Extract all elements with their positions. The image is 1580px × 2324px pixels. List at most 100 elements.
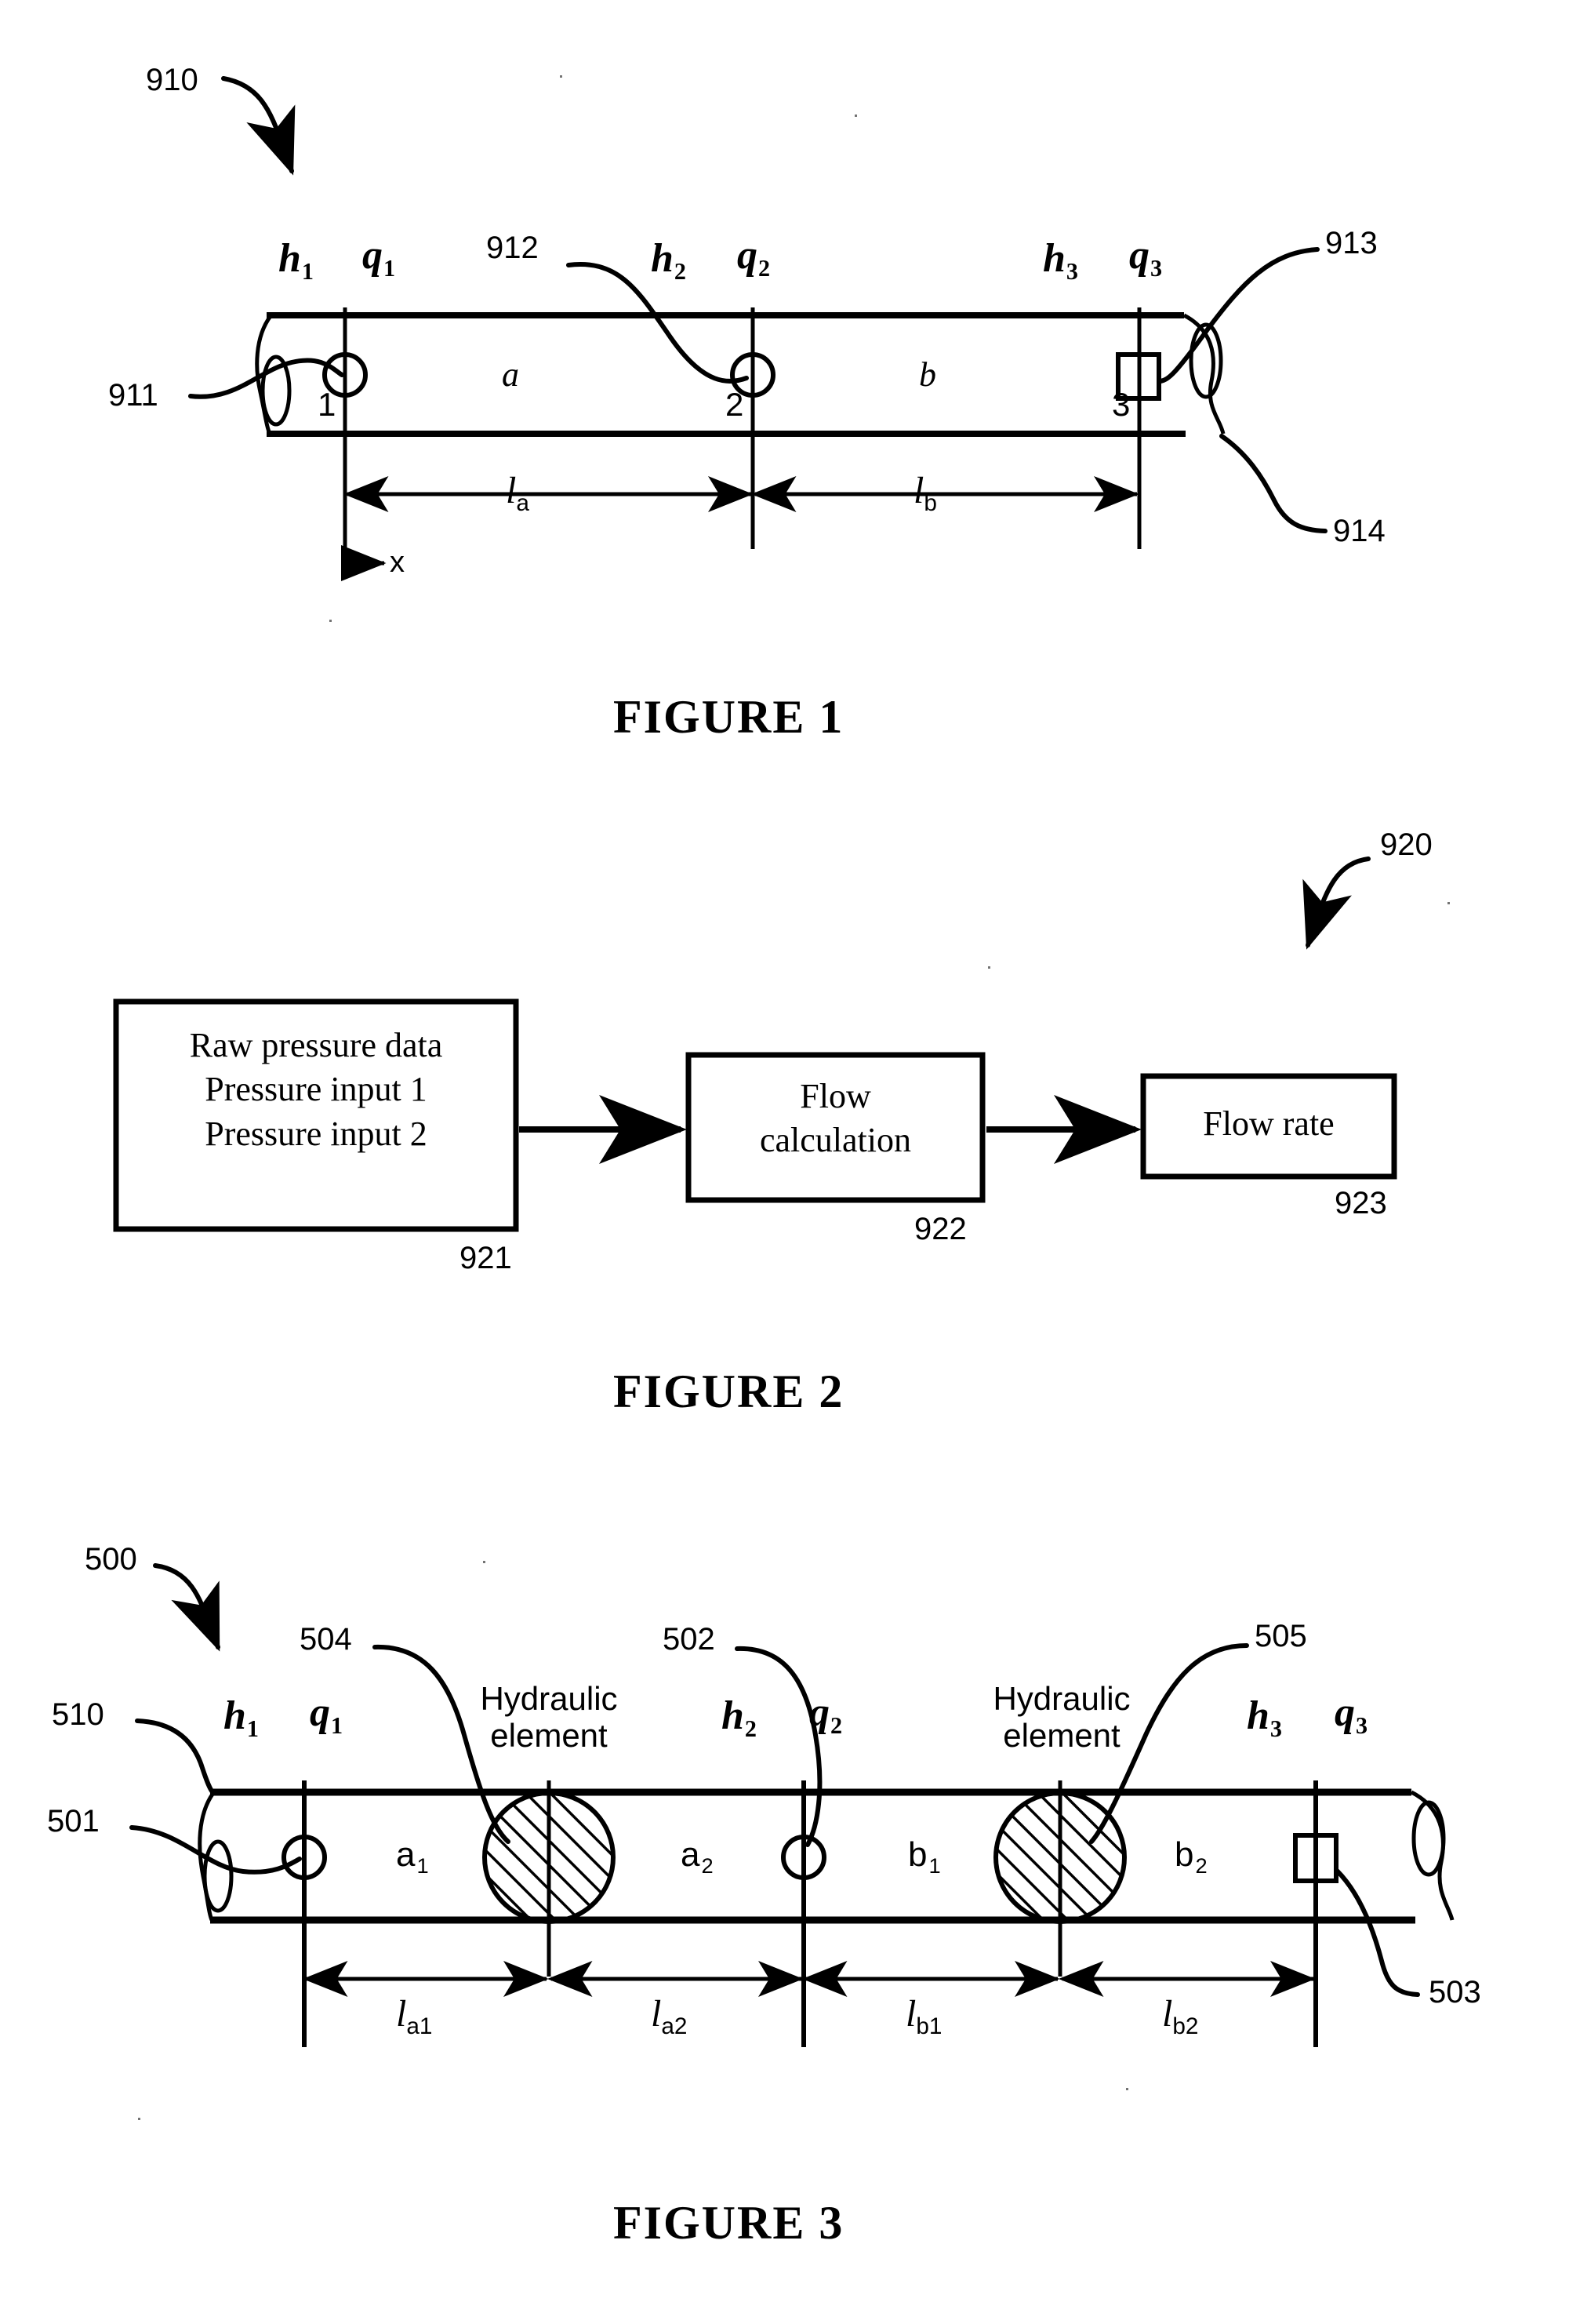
ref-503-leader	[1335, 1868, 1420, 1997]
fig1-q1-symbol: q	[362, 233, 383, 278]
fig1-dim-label-lb: lb	[913, 469, 937, 517]
fig1-h3-symbol: h	[1043, 236, 1066, 281]
fig3-q1-subscript: 1	[331, 1711, 343, 1739]
block-921-text: Raw pressure data Pressure input 1 Press…	[189, 1026, 443, 1153]
ref-label-922: 922	[914, 1212, 967, 1246]
fig3-hydraulic-element-a-label: Hydraulic element	[480, 1680, 618, 1755]
fig3-hydraulic-element-a	[482, 1791, 616, 1924]
fig1-q3-symbol: q	[1129, 233, 1150, 278]
ref-label-923: 923	[1335, 1186, 1387, 1220]
fig3-b2-letter: b	[1175, 1835, 1194, 1874]
fig1-station-2-h: h2	[651, 235, 686, 285]
fig1-h2-subscript: 2	[674, 257, 686, 285]
ref-label-921: 921	[459, 1241, 512, 1275]
fig1-station-1-q: q1	[362, 232, 395, 282]
fig1-q1-subscript: 1	[383, 254, 396, 282]
fig1-h1-subscript: 1	[301, 257, 314, 285]
fig3-station-2-q: q2	[809, 1689, 842, 1740]
fig1-la-subscript: a	[516, 490, 529, 517]
fig3-dim-label-la1: la1	[396, 1992, 432, 2040]
fig3-station-3-q: q3	[1335, 1689, 1368, 1740]
fig3-section-a2-label: a2	[681, 1835, 714, 1878]
ref-label-911: 911	[108, 378, 158, 413]
fig3-la1-symbol: l	[396, 1993, 407, 2035]
fig3-b1-subscript: 1	[928, 1853, 941, 1878]
fig1-tap-number-1: 1	[318, 386, 336, 423]
fig3-pipe-right-bore-ellipse	[1411, 1800, 1446, 1877]
figure-1-caption: FIGURE 1	[613, 691, 844, 743]
figure-1-linework	[188, 76, 1328, 582]
fig1-x-axis-label: x	[390, 546, 405, 579]
fig3-q2-subscript: 2	[830, 1711, 843, 1739]
patent-drawing-page: 910 h1 q1 912 h2 q2 h3 q3 913 914 911 1 …	[0, 0, 1580, 2324]
fig1-h1-symbol: h	[278, 236, 301, 281]
fig3-dim-label-lb2: lb2	[1162, 1992, 1198, 2040]
fig3-lb1-symbol: l	[906, 1993, 917, 2035]
fig1-dim-label-la: la	[506, 469, 529, 517]
fig1-tap-number-3: 3	[1112, 386, 1131, 423]
ref-label-501: 501	[47, 1804, 100, 1838]
fig3-a2-subscript: 2	[701, 1853, 714, 1878]
fig1-q3-subscript: 3	[1150, 254, 1163, 282]
fig3-pipe-left-bore-ellipse	[202, 1839, 234, 1913]
fig3-lb2-subscript: b2	[1172, 2013, 1199, 2040]
fig3-q3-symbol: q	[1335, 1690, 1355, 1735]
fig3-q3-subscript: 3	[1356, 1711, 1368, 1739]
fig1-tap-number-2: 2	[725, 386, 744, 423]
fig3-h1-symbol: h	[223, 1693, 246, 1738]
fig1-lb-symbol: l	[913, 470, 924, 511]
ref-label-510: 510	[52, 1697, 104, 1732]
fig1-station-2-q: q2	[737, 232, 770, 282]
fig1-station-3-q: q3	[1129, 232, 1162, 282]
fig3-hydraulic-element-b-label: Hydraulic element	[993, 1680, 1131, 1755]
fig3-section-b2-label: b2	[1175, 1835, 1208, 1878]
fig1-la-symbol: l	[506, 470, 517, 511]
ref-label-910: 910	[146, 63, 198, 97]
fig3-station-1-h: h1	[223, 1693, 259, 1743]
scan-speck	[1447, 902, 1450, 904]
ref-label-912: 912	[486, 231, 539, 265]
fig3-station-1-q: q1	[310, 1689, 343, 1740]
scan-speck	[483, 1561, 485, 1563]
fig3-section-b1-label: b1	[908, 1835, 941, 1878]
fig3-b1-letter: b	[908, 1835, 928, 1874]
block-923-text: Flow rate	[1203, 1104, 1335, 1143]
fig3-dim-label-lb1: lb1	[906, 1992, 942, 2040]
fig3-h2-symbol: h	[721, 1693, 744, 1738]
fig1-section-b-label: b	[919, 355, 936, 394]
ref-label-913: 913	[1325, 226, 1378, 260]
fig3-b2-subscript: 2	[1195, 1853, 1208, 1878]
block-922-text: Flow calculation	[759, 1077, 911, 1160]
fig3-q1-symbol: q	[310, 1690, 330, 1735]
fig1-lb-subscript: b	[924, 490, 937, 517]
ref-label-920: 920	[1380, 827, 1433, 862]
ref-510-leader	[135, 1718, 216, 1795]
fig3-a1-subscript: 1	[416, 1853, 429, 1878]
scan-speck	[560, 75, 562, 78]
ref-920-leader	[1302, 856, 1371, 950]
scan-speck	[855, 115, 857, 117]
fig1-q2-subscript: 2	[758, 254, 771, 282]
fig3-la2-subscript: a2	[661, 2013, 688, 2040]
scan-speck	[138, 2118, 140, 2120]
fig1-station-3-h: h3	[1043, 235, 1078, 285]
fig3-la1-subscript: a1	[406, 2013, 433, 2040]
fig3-h3-symbol: h	[1247, 1693, 1269, 1738]
fig3-dim-label-la2: la2	[651, 1992, 687, 2040]
fig1-q2-symbol: q	[737, 233, 757, 278]
scan-speck	[988, 966, 990, 969]
figure-2-caption: FIGURE 2	[613, 1366, 844, 1417]
fig3-a1-letter: a	[396, 1835, 416, 1874]
fig1-station-1-h: h1	[278, 235, 314, 285]
ref-label-502: 502	[663, 1622, 715, 1657]
figure-3-caption: FIGURE 3	[613, 2197, 844, 2249]
fig1-h2-symbol: h	[651, 236, 674, 281]
ref-label-500: 500	[85, 1542, 137, 1577]
fig1-section-a-label: a	[502, 355, 519, 394]
ref-label-504: 504	[300, 1622, 352, 1657]
ref-910-leader	[221, 76, 296, 176]
fig3-lb2-symbol: l	[1162, 1993, 1173, 2035]
ref-label-914: 914	[1333, 514, 1386, 548]
fig3-station-3-h: h3	[1247, 1693, 1282, 1743]
fig1-h3-subscript: 3	[1066, 257, 1078, 285]
